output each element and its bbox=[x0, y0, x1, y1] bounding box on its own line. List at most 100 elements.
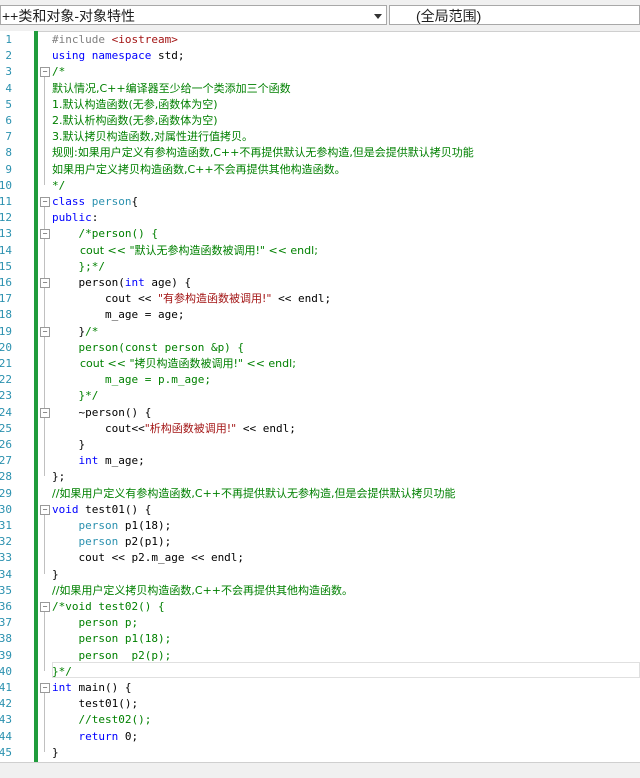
code-text-area[interactable]: #include <iostream> using namespace std; /… bbox=[52, 31, 640, 762]
code-line: } bbox=[52, 567, 59, 583]
line-number: 7 bbox=[5, 130, 12, 144]
code-token: main() { bbox=[71, 681, 132, 694]
line-number: 8 bbox=[5, 146, 12, 160]
code-line: //如果用户定义拷贝构造函数,C++不会再提供其他构造函数。 bbox=[52, 583, 353, 599]
code-token: }*/ bbox=[52, 664, 72, 678]
line-number: 34 bbox=[0, 567, 12, 581]
code-line: };*/ bbox=[52, 259, 105, 275]
line-number: 35 bbox=[0, 583, 12, 597]
line-number: 11 bbox=[0, 195, 12, 208]
code-token: }*/ bbox=[52, 389, 99, 403]
code-token: ~person() { bbox=[52, 405, 152, 419]
line-number: 27 bbox=[0, 454, 12, 468]
line-number: 23 bbox=[0, 389, 12, 403]
code-line: test01(); bbox=[52, 696, 138, 712]
code-line: cout<<"析构函数被调用!" << endl; bbox=[52, 421, 296, 437]
code-token: //如果用户定义有参构造函数,C++不再提供默认无参构造,但是会提供默认拷贝功能 bbox=[52, 486, 456, 500]
line-number: 2 bbox=[5, 49, 12, 63]
collapse-toggle-icon[interactable]: − bbox=[40, 229, 50, 240]
code-token: << endl; bbox=[236, 421, 296, 435]
code-line: person p1(18); bbox=[52, 631, 171, 647]
code-token: cout << bbox=[52, 292, 158, 306]
code-token: <iostream> bbox=[111, 33, 178, 46]
collapse-toggle-icon[interactable]: − bbox=[40, 407, 50, 418]
collapse-toggle-icon[interactable]: − bbox=[40, 326, 50, 337]
fold-guide-line bbox=[44, 612, 45, 671]
line-number: 15 bbox=[0, 259, 12, 273]
collapse-toggle-icon[interactable]: − bbox=[40, 504, 50, 515]
code-token: age) { bbox=[144, 276, 192, 289]
line-number: 30 bbox=[0, 502, 12, 516]
code-line: using namespace std; bbox=[52, 48, 184, 64]
code-token: }; bbox=[52, 470, 66, 484]
code-line: 1.默认构造函数(无参,函数体为空) bbox=[52, 97, 218, 113]
collapse-toggle-icon[interactable]: − bbox=[40, 67, 50, 78]
code-token: cout<< bbox=[52, 421, 145, 435]
fold-guide-line bbox=[44, 336, 45, 396]
fold-guide-line bbox=[44, 77, 45, 185]
member-dropdown[interactable]: (全局范围) bbox=[389, 5, 640, 25]
line-number: 39 bbox=[0, 648, 12, 662]
code-token: m_age; bbox=[98, 454, 145, 468]
code-line: int m_age; bbox=[52, 453, 145, 469]
line-number: 6 bbox=[5, 114, 12, 127]
code-token: //test02(); bbox=[78, 713, 152, 727]
line-number: 41 bbox=[0, 681, 12, 694]
code-token: person bbox=[78, 535, 119, 549]
code-line: void test01() { bbox=[52, 502, 151, 518]
code-line: /*void test02() { bbox=[52, 599, 165, 615]
line-number: 32 bbox=[0, 535, 12, 549]
code-token: /*person() { bbox=[78, 227, 158, 241]
editor-bottom-bar bbox=[0, 762, 640, 778]
code-editor[interactable]: 1 2 3 4 5 6 7 8 9 10 11 12 13 14 15 16 17 18 19 20 21 22 23 24 2… bbox=[0, 31, 640, 762]
code-line: #include <iostream> bbox=[52, 32, 178, 48]
fold-guide-line bbox=[44, 417, 45, 444]
code-token: cout << "默认无参构造函数被调用!" << endl; bbox=[52, 243, 318, 257]
line-number: 44 bbox=[0, 729, 12, 743]
code-line: person p2(p); bbox=[52, 648, 171, 664]
code-line: 2.默认析构函数(无参,函数体为空) bbox=[52, 113, 218, 129]
chevron-down-icon[interactable] bbox=[374, 14, 382, 19]
code-token: << endl; bbox=[271, 292, 332, 306]
code-line: person p1(18); bbox=[52, 518, 172, 534]
code-token: test01() { bbox=[78, 502, 152, 516]
code-token: p2(p1); bbox=[118, 535, 172, 549]
code-line: public: bbox=[52, 210, 98, 226]
code-line: return 0; bbox=[52, 729, 139, 745]
code-line: }/* bbox=[52, 324, 98, 340]
code-token: m_age = p.m_age; bbox=[52, 373, 211, 387]
scope-dropdown[interactable]: ++类和对象-对象特性 bbox=[0, 5, 387, 25]
code-token: } bbox=[52, 324, 86, 338]
code-token: person p; bbox=[52, 616, 139, 630]
line-number: 26 bbox=[0, 438, 12, 451]
fold-guide-line bbox=[44, 239, 45, 266]
code-line: person(int age) { bbox=[52, 275, 191, 291]
collapse-toggle-icon[interactable]: − bbox=[40, 602, 50, 612]
collapse-toggle-icon[interactable]: − bbox=[40, 278, 50, 288]
line-number: 42 bbox=[0, 697, 12, 711]
code-line: /*person() { bbox=[52, 226, 158, 242]
code-token: person( bbox=[52, 276, 125, 289]
code-token: cout << "拷贝构造函数被调用!" << endl; bbox=[52, 357, 296, 370]
collapse-toggle-icon[interactable]: − bbox=[40, 197, 50, 207]
code-line: cout << "默认无参构造函数被调用!" << endl; bbox=[52, 243, 318, 259]
change-tracking-bar bbox=[34, 31, 38, 762]
line-number: 24 bbox=[0, 405, 12, 419]
code-token: int bbox=[52, 681, 72, 694]
code-line: m_age = p.m_age; bbox=[52, 372, 211, 388]
line-number: 37 bbox=[0, 616, 12, 630]
member-dropdown-value: (全局范围) bbox=[416, 8, 482, 24]
line-number: 29 bbox=[0, 486, 12, 500]
code-line: ~person() { bbox=[52, 405, 151, 421]
line-number: 22 bbox=[0, 373, 12, 387]
code-token: //如果用户定义拷贝构造函数,C++不会再提供其他构造函数。 bbox=[52, 583, 354, 597]
line-number: 9 bbox=[5, 162, 12, 176]
code-token: 规则:如果用户定义有参构造函数,C++不再提供默认无参构造,但是会提供默认拷贝功… bbox=[52, 146, 474, 160]
collapse-toggle-icon[interactable]: − bbox=[40, 683, 50, 693]
code-line: /* bbox=[52, 64, 65, 80]
fold-guide-line bbox=[44, 514, 45, 574]
